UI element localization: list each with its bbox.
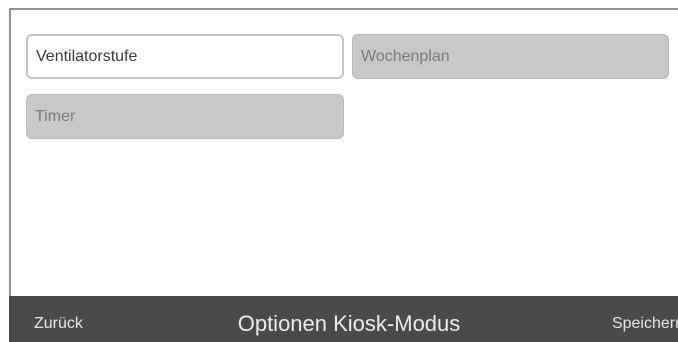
page-title: Optionen Kiosk-Modus: [237, 311, 461, 336]
option-label: Ventilatorstufe: [36, 47, 138, 65]
save-button[interactable]: Speichern: [612, 296, 678, 342]
option-label: Timer: [35, 107, 76, 125]
option-label: Wochenplan: [361, 47, 450, 65]
option-ventilatorstufe[interactable]: Ventilatorstufe: [26, 34, 344, 79]
option-timer[interactable]: Timer: [26, 94, 344, 139]
kiosk-options-screen: Ventilatorstufe Wochenplan Timer Optione…: [0, 0, 678, 342]
back-button[interactable]: Zurück: [34, 296, 83, 342]
footer-bar: Optionen Kiosk-Modus Zurück Speichern: [9, 296, 678, 342]
option-wochenplan[interactable]: Wochenplan: [352, 34, 669, 79]
options-panel: Ventilatorstufe Wochenplan Timer: [9, 8, 678, 296]
